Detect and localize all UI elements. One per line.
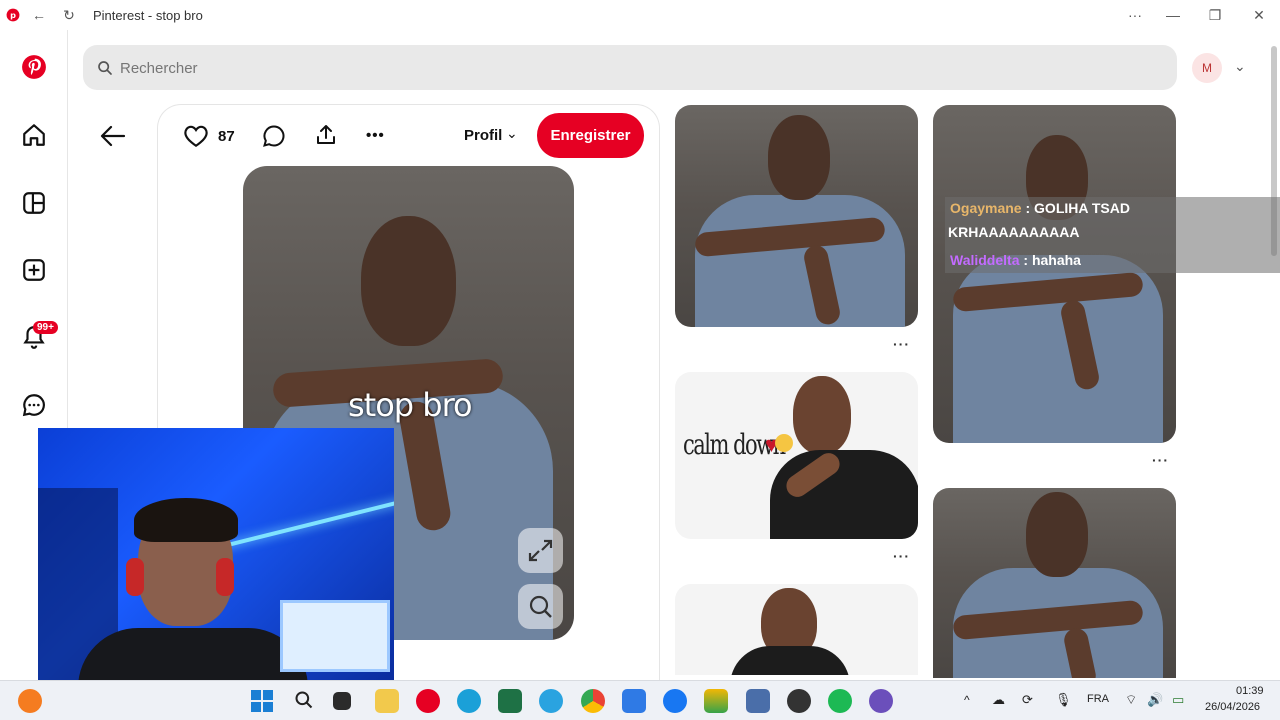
profile-chevron-down-icon[interactable]: ⌄ bbox=[506, 125, 518, 142]
reload-icon[interactable]: ↻ bbox=[60, 6, 78, 24]
search-bar[interactable]: Rechercher bbox=[83, 45, 1177, 90]
pinterest-logo-icon[interactable] bbox=[21, 54, 47, 80]
more-options-button[interactable]: ••• bbox=[366, 127, 385, 144]
chat-message-continuation: KRHAAAAAAAAAA bbox=[948, 224, 1080, 240]
account-chevron-down-icon[interactable]: ⌄ bbox=[1234, 58, 1246, 75]
excel-icon[interactable] bbox=[498, 689, 522, 713]
messages-icon[interactable] bbox=[21, 392, 47, 418]
visual-search-icon bbox=[529, 595, 552, 618]
heart-icon[interactable] bbox=[183, 124, 209, 148]
telegram-icon[interactable] bbox=[539, 689, 563, 713]
close-button[interactable]: ✕ bbox=[1250, 6, 1268, 24]
feed-pin-more-button[interactable]: ··· bbox=[893, 336, 910, 352]
task-view-icon[interactable] bbox=[333, 692, 351, 710]
windows-start-icon[interactable] bbox=[251, 690, 273, 712]
messenger-icon[interactable] bbox=[663, 689, 687, 713]
headset-icon bbox=[126, 558, 144, 596]
comment-icon[interactable] bbox=[262, 124, 286, 148]
feed-pin-image[interactable] bbox=[933, 105, 1176, 443]
expand-icon bbox=[528, 539, 553, 562]
clock-date[interactable]: 26/04/2026 bbox=[1205, 701, 1260, 713]
edge-icon[interactable] bbox=[457, 689, 481, 713]
obs-icon[interactable] bbox=[787, 689, 811, 713]
notifications-badge: 99+ bbox=[33, 321, 58, 334]
monitor bbox=[280, 600, 390, 672]
chat-message: GOLIHA TSAD bbox=[1034, 200, 1130, 216]
webcam-overlay bbox=[38, 428, 394, 694]
todo-icon[interactable] bbox=[622, 689, 646, 713]
feed-pin-image[interactable] bbox=[933, 488, 1176, 678]
chat-username: Waliddelta bbox=[950, 252, 1020, 268]
create-icon[interactable] bbox=[21, 257, 47, 283]
share-icon[interactable] bbox=[314, 123, 338, 147]
pinterest-tab-icon: p bbox=[6, 8, 20, 22]
search-icon bbox=[98, 61, 112, 75]
feed-pin-more-button[interactable]: ··· bbox=[1152, 452, 1169, 468]
avatar[interactable]: M bbox=[1192, 53, 1222, 83]
search-input[interactable]: Rechercher bbox=[120, 60, 198, 77]
home-icon[interactable] bbox=[21, 122, 47, 148]
like-count: 87 bbox=[218, 128, 235, 145]
discord-like-icon[interactable] bbox=[869, 689, 893, 713]
window-title: Pinterest - stop bro bbox=[93, 8, 203, 23]
save-button[interactable]: Enregistrer bbox=[537, 113, 644, 158]
visual-search-button[interactable] bbox=[518, 584, 563, 629]
sync-icon[interactable]: ⟳ bbox=[1022, 692, 1033, 708]
onedrive-icon[interactable]: ☁ bbox=[992, 692, 1005, 708]
spotify-icon[interactable] bbox=[828, 689, 852, 713]
feed-pin-image[interactable] bbox=[675, 584, 918, 675]
taskbar: ^ ☁ ⟳ 🎙 FRA ⌔ 🔊 ▭ 01:39 26/04/2026 bbox=[0, 680, 1280, 720]
feed-pin-more-button[interactable]: ··· bbox=[893, 548, 910, 564]
restore-button[interactable]: ❐ bbox=[1206, 6, 1224, 24]
stream-chat-overlay: Ogaymane : GOLIHA TSAD KRHAAAAAAAAAA Wal… bbox=[945, 197, 1280, 273]
taskbar-search-icon[interactable] bbox=[294, 690, 314, 710]
title-bar: p ← ↻ Pinterest - stop bro ··· — ❐ ✕ bbox=[0, 0, 1280, 30]
back-arrow-icon[interactable] bbox=[100, 124, 126, 148]
pin-caption: stop bro bbox=[348, 386, 473, 424]
chat-username: Ogaymane bbox=[950, 200, 1022, 216]
clock-time[interactable]: 01:39 bbox=[1236, 685, 1264, 697]
network-icon[interactable]: ⌔ bbox=[1125, 692, 1137, 708]
more-options-icon[interactable]: ··· bbox=[1126, 6, 1144, 24]
language-indicator[interactable]: FRA bbox=[1087, 693, 1109, 705]
tray-chevron-up-icon[interactable]: ^ bbox=[964, 693, 970, 707]
feed-pin-image[interactable]: calm down ♥ bbox=[675, 372, 918, 539]
svg-text:p: p bbox=[10, 10, 16, 20]
back-icon[interactable]: ← bbox=[30, 6, 48, 24]
photos-icon[interactable] bbox=[704, 689, 728, 713]
relieved-emoji-icon bbox=[775, 434, 793, 452]
chat-message: hahaha bbox=[1031, 252, 1081, 268]
calculator-icon[interactable] bbox=[746, 689, 770, 713]
chrome-icon[interactable] bbox=[581, 689, 605, 713]
file-explorer-icon[interactable] bbox=[375, 689, 399, 713]
battery-icon[interactable]: ▭ bbox=[1172, 692, 1184, 708]
minimize-button[interactable]: — bbox=[1164, 6, 1182, 24]
firefox-icon[interactable] bbox=[18, 689, 42, 713]
feed-pin-image[interactable] bbox=[675, 105, 918, 327]
profile-dropdown[interactable]: Profil bbox=[464, 127, 502, 144]
microphone-icon[interactable]: 🎙 bbox=[1055, 692, 1072, 708]
explore-icon[interactable] bbox=[21, 190, 47, 216]
expand-button[interactable] bbox=[518, 528, 563, 573]
volume-icon[interactable]: 🔊 bbox=[1147, 692, 1163, 708]
pinterest-app-icon[interactable] bbox=[416, 689, 440, 713]
